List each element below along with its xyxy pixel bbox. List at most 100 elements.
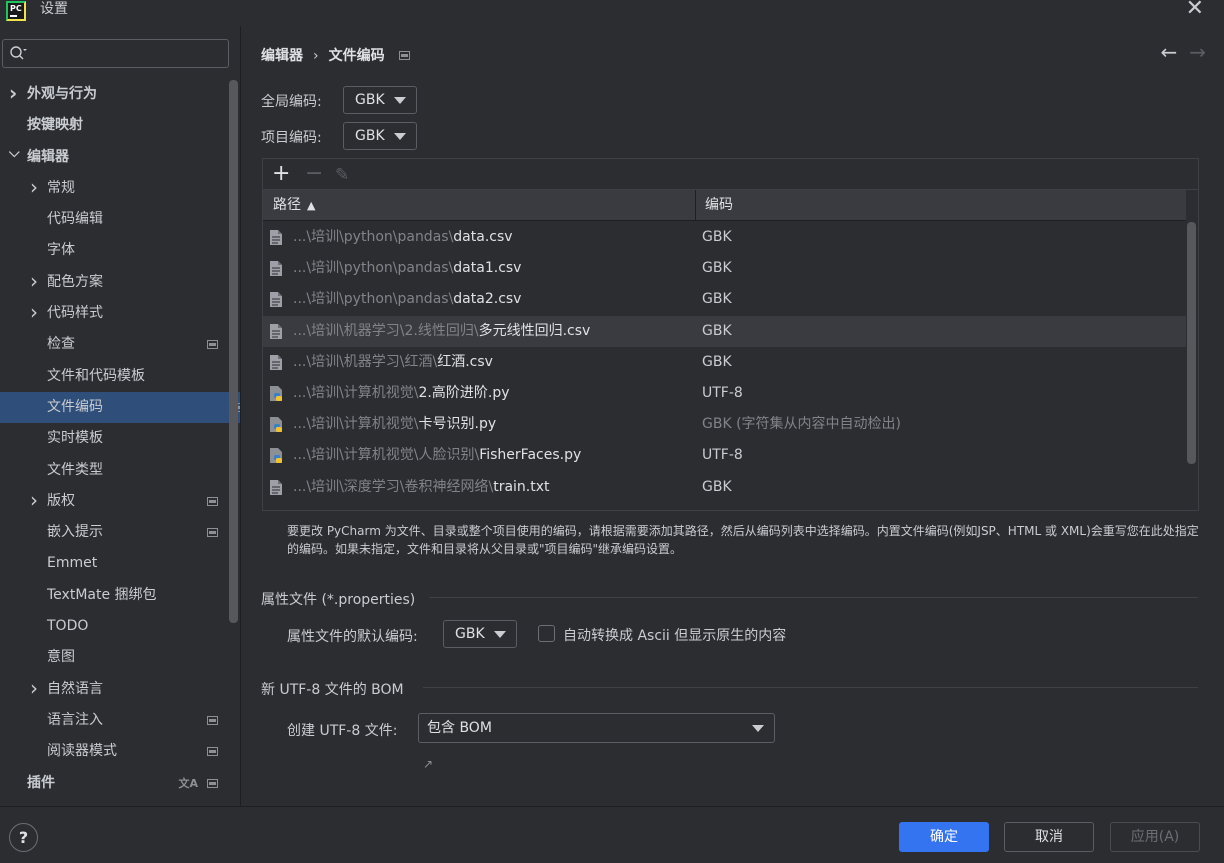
back-arrow-icon[interactable]: ←	[1160, 40, 1177, 64]
chevron-right-icon[interactable]: ›	[30, 485, 38, 516]
sidebar-item[interactable]: 文件类型	[0, 455, 228, 486]
sidebar-item[interactable]: 字体	[0, 235, 228, 266]
ok-button[interactable]: 确定	[899, 822, 989, 852]
table-row[interactable]: ...\培训\python\pandas\data2.csv GBK	[263, 284, 1186, 315]
file-path: ...\培训\机器学习\2.线性回归\多元线性回归.csv	[293, 316, 590, 347]
sidebar-item[interactable]: TODO	[0, 611, 228, 642]
table-row[interactable]: ...\培训\计算机视觉\卡号识别.py GBK (字符集从内容中自动检出)	[263, 409, 1186, 440]
project-encoding-label: 项目编码:	[261, 130, 322, 146]
chevron-right-icon[interactable]: ›	[30, 172, 38, 203]
sidebar-item[interactable]: 嵌入提示	[0, 517, 228, 548]
translate-icon: 文A	[178, 776, 198, 790]
window-title: 设置	[40, 1, 68, 17]
file-name: train.txt	[493, 478, 550, 495]
sidebar-item[interactable]: 实时模板	[0, 423, 228, 454]
sidebar-item[interactable]: 意图	[0, 642, 228, 673]
breadcrumb-parent[interactable]: 编辑器	[261, 48, 303, 64]
chevron-down-icon[interactable]: ⌵	[9, 138, 20, 169]
table-row[interactable]: ...\培训\机器学习\2.线性回归\多元线性回归.csv GBK	[263, 315, 1186, 347]
properties-encoding-dropdown[interactable]: GBK	[443, 620, 517, 648]
sidebar-item[interactable]: › 配色方案	[0, 267, 228, 298]
sidebar-item[interactable]: 文件和代码模板	[0, 361, 228, 392]
project-scope-icon	[207, 747, 218, 757]
text-file-icon	[270, 354, 282, 370]
table-scrollbar[interactable]	[1187, 222, 1196, 464]
chevron-right-icon[interactable]: ›	[9, 78, 17, 109]
table-row[interactable]: ...\培训\深度学习\卷积神经网络\train.txt GBK	[263, 472, 1186, 503]
project-encoding-dropdown[interactable]: GBK	[343, 122, 417, 150]
sidebar-item[interactable]: › 自然语言	[0, 674, 228, 705]
file-encodings-panel: 编辑器 › 文件编码 ← → 全局编码: GBK 项目编码: GBK + − ✎ 路径…	[240, 26, 1224, 806]
column-header-path[interactable]: 路径 ▲	[273, 190, 315, 221]
file-encoding[interactable]: UTF-8	[702, 378, 743, 409]
sort-ascending-icon: ▲	[307, 199, 316, 212]
table-row[interactable]: ...\培训\计算机视觉\2.高阶进阶.py UTF-8	[263, 378, 1186, 409]
sidebar-item[interactable]: › 版权	[0, 486, 228, 517]
chevron-right-icon[interactable]: ›	[30, 297, 38, 328]
sidebar-item[interactable]: Emmet	[0, 548, 228, 579]
sidebar-item[interactable]: 语言注入	[0, 705, 228, 736]
file-encoding[interactable]: GBK	[702, 472, 732, 503]
file-dir: ...\培训\python\pandas\	[293, 229, 454, 245]
remove-path-button[interactable]: −	[305, 162, 323, 186]
table-row[interactable]: ...\培训\计算机视觉\人脸识别\FisherFaces.py UTF-8	[263, 440, 1186, 471]
sidebar-item[interactable]: 插件 文A	[0, 768, 228, 799]
file-path: ...\培训\计算机视觉\2.高阶进阶.py	[293, 378, 510, 409]
table-body: ...\培训\python\pandas\data.csv GBK ...\培训\p…	[263, 222, 1186, 503]
sidebar-item-label: 实时模板	[47, 430, 103, 447]
sidebar-item-label: TextMate 捆绑包	[47, 586, 157, 603]
sidebar-item-label: 检查	[47, 336, 75, 353]
file-name: data2.csv	[453, 291, 522, 308]
column-divider[interactable]	[695, 190, 696, 221]
external-link-icon[interactable]: ↗	[423, 757, 433, 771]
file-encoding[interactable]: GBK	[702, 253, 732, 284]
sidebar-item[interactable]: 按键映射	[0, 110, 228, 141]
sidebar-item[interactable]: › 代码样式	[0, 298, 228, 329]
sidebar-item-label: 意图	[47, 649, 75, 666]
chevron-right-icon[interactable]: ›	[30, 673, 38, 704]
edit-path-button[interactable]: ✎	[335, 163, 349, 187]
sidebar-item-label: 文件和代码模板	[47, 367, 145, 384]
forward-arrow-icon[interactable]: →	[1189, 40, 1206, 64]
help-button[interactable]: ?	[9, 823, 38, 852]
sidebar-item-label: 阅读器模式	[47, 743, 117, 760]
sidebar-scrollbar[interactable]	[229, 80, 238, 623]
file-encoding[interactable]: GBK	[702, 222, 732, 253]
sidebar-item[interactable]: 代码编辑	[0, 204, 228, 235]
transparent-ascii-label[interactable]: 自动转换成 Ascii 但显示原生的内容	[563, 625, 786, 645]
sidebar-item[interactable]: › 常规	[0, 173, 228, 204]
sidebar-item[interactable]: TextMate 捆绑包	[0, 580, 228, 611]
file-encoding[interactable]: UTF-8	[702, 440, 743, 471]
bom-value: 包含 BOM	[427, 720, 492, 736]
sidebar-item[interactable]: 阅读器模式	[0, 736, 228, 767]
file-encoding[interactable]: GBK	[702, 316, 732, 347]
sidebar-item[interactable]: ⌵ 编辑器	[0, 142, 228, 173]
apply-button[interactable]: 应用(A)	[1110, 822, 1200, 852]
pycharm-logo-icon: PC	[6, 1, 26, 21]
project-scope-icon	[207, 528, 218, 538]
bom-dropdown[interactable]: 包含 BOM	[418, 713, 775, 743]
sidebar-item[interactable]: 检查	[0, 329, 228, 360]
close-icon[interactable]: ✕	[1186, 0, 1204, 20]
cancel-button[interactable]: 取消	[1004, 822, 1094, 852]
table-row[interactable]: ...\培训\python\pandas\data1.csv GBK	[263, 253, 1186, 284]
settings-search-input[interactable]	[2, 39, 229, 68]
section-divider	[423, 687, 1198, 688]
table-row[interactable]: ...\培训\机器学习\红酒\红酒.csv GBK	[263, 347, 1186, 378]
file-encoding[interactable]: GBK (字符集从内容中自动检出)	[702, 409, 901, 440]
file-encoding[interactable]: GBK	[702, 347, 732, 378]
file-name: 多元线性回归.csv	[478, 322, 591, 339]
sidebar-item[interactable]: › 外观与行为	[0, 79, 228, 110]
file-path: ...\培训\深度学习\卷积神经网络\train.txt	[293, 472, 550, 503]
table-row[interactable]: ...\培训\python\pandas\data.csv GBK	[263, 222, 1186, 253]
file-encoding[interactable]: GBK	[702, 284, 732, 315]
global-encoding-dropdown[interactable]: GBK	[343, 86, 417, 114]
properties-section-title: 属性文件 (*.properties)	[261, 592, 416, 608]
sidebar-item-label: Emmet	[47, 555, 98, 572]
transparent-ascii-checkbox[interactable]	[538, 625, 555, 642]
column-header-encoding[interactable]: 编码	[705, 190, 733, 221]
add-path-button[interactable]: +	[272, 162, 290, 186]
sidebar-item-label: TODO	[47, 618, 89, 635]
sidebar-item[interactable]: 文件编码	[0, 391, 242, 424]
chevron-right-icon[interactable]: ›	[30, 266, 38, 297]
